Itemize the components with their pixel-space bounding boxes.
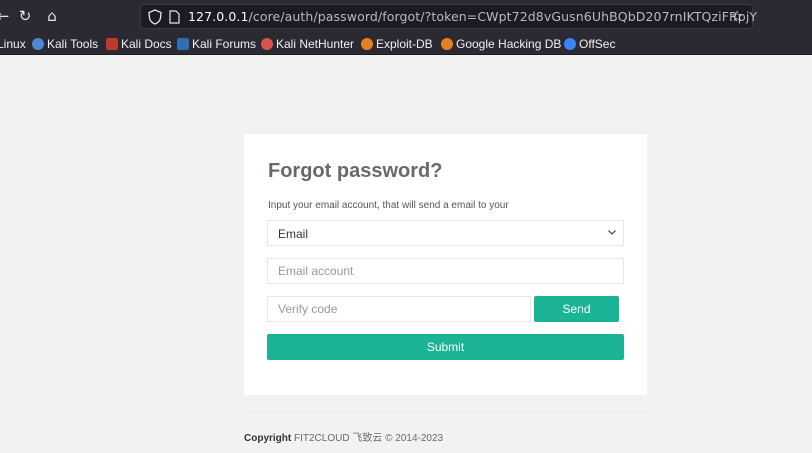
offsec-icon	[564, 38, 576, 50]
bookmark-exploit-db[interactable]: Exploit-DB	[361, 37, 433, 51]
company-text: FIT2CLOUD 飞致云 © 2014-2023	[294, 433, 444, 444]
bookmark-label: Kali Tools	[47, 37, 99, 51]
reload-icon[interactable]: ↻	[16, 7, 34, 25]
forgot-password-card: Forgot password? Input your email accoun…	[244, 134, 647, 395]
home-icon[interactable]: ⌂	[43, 7, 61, 25]
url-host: 127.0.0.1	[188, 9, 249, 24]
shield-icon[interactable]	[148, 9, 162, 25]
verify-method-select[interactable]: Email	[267, 220, 624, 246]
bookmark-label: Linux	[0, 37, 26, 51]
nethunter-icon	[261, 38, 273, 50]
chevron-down-icon	[608, 230, 616, 235]
browser-toolbar: ← ↻ ⌂ 127.0.0.1/core/auth/password/forgo…	[0, 0, 812, 33]
footer-copyright: Copyright FIT2CLOUD 飞致云 © 2014-2023	[244, 429, 443, 444]
bookmark-label: Kali Docs	[121, 37, 172, 51]
instruction-text: Input your email account, that will send…	[268, 200, 509, 211]
send-button[interactable]: Send	[534, 296, 619, 322]
bookmark-label: OffSec	[579, 37, 616, 51]
bookmark-kali-forums[interactable]: Kali Forums	[177, 37, 256, 51]
kali-forums-icon	[177, 38, 189, 50]
star-icon[interactable]: ☆	[731, 7, 744, 25]
bookmarks-bar: Linux Kali Tools Kali Docs Kali Forums K…	[0, 33, 812, 55]
kali-docs-icon	[106, 38, 118, 50]
bookmark-linux[interactable]: Linux	[0, 37, 26, 51]
select-value: Email	[278, 227, 309, 241]
address-bar[interactable]: 127.0.0.1/core/auth/password/forgot/?tok…	[140, 4, 757, 29]
bookmark-offsec[interactable]: OffSec	[564, 37, 615, 51]
email-field[interactable]: Email account	[267, 258, 624, 284]
copyright-label: Copyright	[244, 433, 292, 444]
bookmark-kali-nethunter[interactable]: Kali NetHunter	[261, 37, 354, 51]
bookmark-label: Google Hacking DB	[456, 37, 562, 51]
bookmark-kali-docs[interactable]: Kali Docs	[106, 37, 172, 51]
bookmark-label: Exploit-DB	[376, 37, 433, 51]
exploit-db-icon	[361, 38, 373, 50]
submit-button[interactable]: Submit	[267, 334, 624, 360]
url-text[interactable]: 127.0.0.1/core/auth/password/forgot/?tok…	[188, 9, 757, 24]
ghdb-icon	[441, 38, 453, 50]
bookmark-label: Kali NetHunter	[276, 37, 355, 51]
verify-code-field[interactable]: Verify code	[267, 296, 531, 322]
footer-divider	[244, 411, 647, 412]
url-path: /core/auth/password/forgot/?token=CWpt72…	[248, 9, 758, 24]
back-arrow-icon[interactable]: ←	[0, 7, 12, 25]
page-title: Forgot password?	[268, 160, 443, 182]
bookmark-label: Kali Forums	[192, 37, 257, 51]
page-icon	[169, 10, 180, 24]
kali-tools-icon	[32, 38, 44, 50]
bookmark-google-hacking-db[interactable]: Google Hacking DB	[441, 37, 561, 51]
bookmark-kali-tools[interactable]: Kali Tools	[32, 37, 98, 51]
